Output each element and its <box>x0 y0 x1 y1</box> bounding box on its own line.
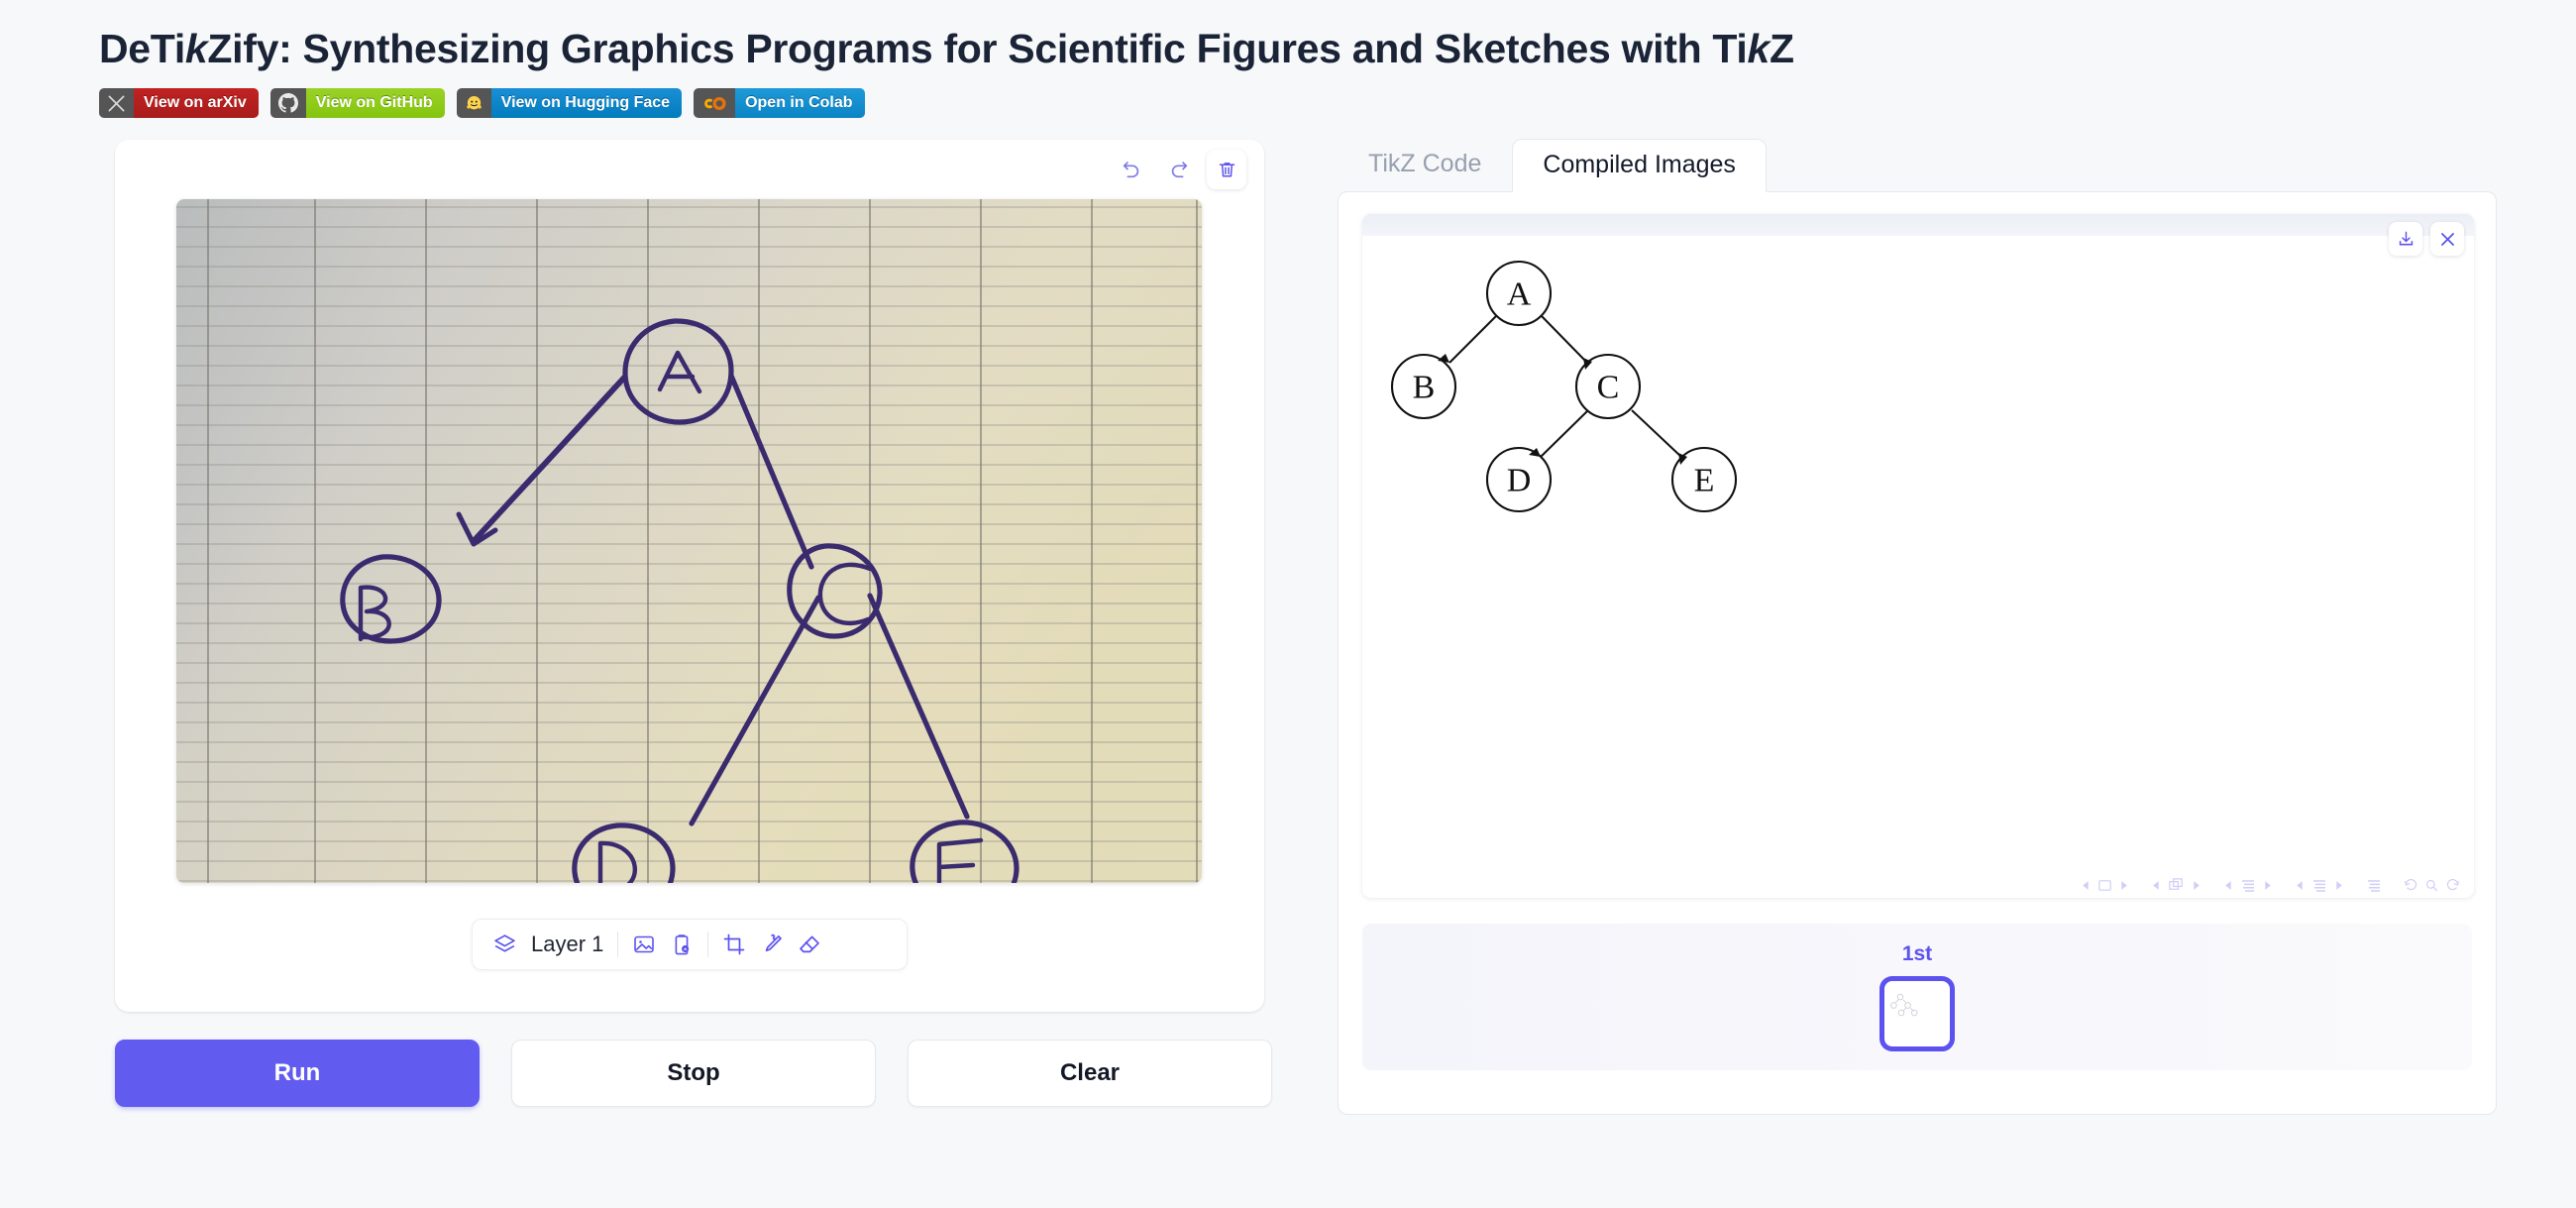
crop-icon[interactable] <box>722 933 746 956</box>
badge-huggingface[interactable]: View on Hugging Face <box>456 88 683 118</box>
page-title-part-1: DeTi <box>99 26 185 71</box>
sketch-toolbar <box>1112 150 1246 189</box>
zoom-icon <box>2425 879 2438 892</box>
image-viewer: A B C D E <box>1362 214 2474 898</box>
page-title: DeTikZify: Synthesizing Graphics Program… <box>0 0 2576 72</box>
clear-button[interactable]: Clear <box>908 1040 1272 1107</box>
align3-icon <box>2368 879 2380 892</box>
page-title-part-5: Z <box>1770 26 1794 71</box>
download-icon <box>2399 231 2413 246</box>
badge-colab[interactable]: Open in Colab <box>694 88 865 118</box>
close-icon <box>2440 232 2454 246</box>
sketch-card: Layer 1 <box>115 140 1264 1012</box>
badge-colab-label: Open in Colab <box>735 88 865 118</box>
layer-toolbar: Layer 1 <box>472 919 908 970</box>
svg-text:A: A <box>1507 276 1532 313</box>
stop-button[interactable]: Stop <box>511 1040 876 1107</box>
layers-icon[interactable] <box>492 933 517 957</box>
badge-github[interactable]: View on GitHub <box>269 88 445 118</box>
copies-nav-group[interactable] <box>2151 877 2201 894</box>
badge-row: View on arXiv View on GitHub View on Hug… <box>0 72 2576 118</box>
prev-align2-arrow <box>2297 881 2303 890</box>
thumbnail-preview <box>1890 993 1918 1017</box>
align-icon <box>2242 879 2254 892</box>
tab-tikz-code[interactable]: TikZ Code <box>1338 138 1512 191</box>
arxiv-icon <box>99 88 134 118</box>
gallery-item-label: 1st <box>1901 942 1933 965</box>
page-title-part-3: Zify: Synthesizing Graphics Programs for… <box>207 26 1748 71</box>
gallery-item: 1st <box>1879 942 1955 1051</box>
viewer-header-strip <box>1362 214 2474 236</box>
svg-text:C: C <box>1597 370 1620 406</box>
delete-button[interactable] <box>1207 150 1246 189</box>
next-align2-arrow <box>2336 881 2342 890</box>
next-layer-arrow <box>2194 881 2200 890</box>
undo-button[interactable] <box>1112 150 1151 189</box>
page-title-part-4: k <box>1747 26 1771 71</box>
github-icon <box>269 88 306 118</box>
image-gallery: 1st <box>1362 924 2472 1070</box>
colab-icon <box>694 88 736 118</box>
align3-group[interactable] <box>2366 878 2382 894</box>
badge-arxiv-label: View on arXiv <box>134 88 259 118</box>
run-button[interactable]: Run <box>115 1040 480 1107</box>
image-icon[interactable] <box>632 933 656 956</box>
main-content: Layer 1 Run Stop Clear TikZ Code Compile… <box>0 118 2576 1115</box>
align2-nav-group[interactable] <box>2295 878 2344 894</box>
undo-icon <box>1123 162 1139 178</box>
pen-icon[interactable] <box>760 933 784 956</box>
next-align-arrow <box>2265 881 2271 890</box>
tree-diagram: A B C D E <box>1390 260 1738 513</box>
badge-arxiv[interactable]: View on arXiv <box>99 88 259 118</box>
sketch-canvas <box>176 199 1202 883</box>
tab-bar: TikZ Code Compiled Images <box>1338 138 2497 192</box>
compiled-tree-figure: A B C D E <box>1362 236 2474 898</box>
svg-text:E: E <box>1694 463 1715 499</box>
download-button[interactable] <box>2389 222 2422 256</box>
svg-text:D: D <box>1507 463 1532 499</box>
sketch-image[interactable] <box>176 199 1202 883</box>
paste-image-icon[interactable] <box>670 933 694 956</box>
right-column: TikZ Code Compiled Images A B C D E 1st <box>1338 138 2497 1115</box>
viewer-footer-toolbar <box>1362 877 2474 894</box>
svg-text:B: B <box>1413 370 1436 406</box>
prev-layer-arrow <box>2153 881 2159 890</box>
action-buttons: Run Stop Clear <box>115 1040 1304 1107</box>
divider <box>707 932 709 957</box>
align-nav-group[interactable] <box>2223 878 2273 894</box>
rotate-left-icon <box>2405 879 2417 891</box>
badge-github-label: View on GitHub <box>305 88 445 118</box>
badge-huggingface-label: View on Hugging Face <box>490 88 683 118</box>
eraser-icon[interactable] <box>798 933 821 956</box>
viewer-toolbar <box>2389 222 2464 256</box>
page-title-part-2: k <box>184 26 208 71</box>
tab-compiled-images[interactable]: Compiled Images <box>1512 139 1767 192</box>
prev-page-arrow <box>2083 881 2089 890</box>
zoom-group[interactable] <box>2404 878 2460 893</box>
huggingface-icon <box>456 88 491 118</box>
redo-button[interactable] <box>1159 150 1199 189</box>
copies-icon <box>2169 878 2183 890</box>
divider <box>617 932 619 957</box>
next-page-arrow <box>2121 881 2127 890</box>
gallery-thumbnail[interactable] <box>1879 976 1955 1051</box>
align2-icon <box>2313 879 2325 892</box>
close-button[interactable] <box>2430 222 2464 256</box>
rotate-right-icon <box>2446 879 2459 891</box>
page-icon <box>2098 880 2111 891</box>
left-column: Layer 1 Run Stop Clear <box>115 140 1304 1107</box>
prev-align-arrow <box>2225 881 2231 890</box>
trash-icon <box>1219 162 1234 177</box>
page-nav-group[interactable] <box>2081 878 2129 893</box>
compiled-images-panel: A B C D E 1st <box>1338 191 2497 1115</box>
redo-icon <box>1171 162 1188 178</box>
layer-name: Layer 1 <box>531 932 604 956</box>
